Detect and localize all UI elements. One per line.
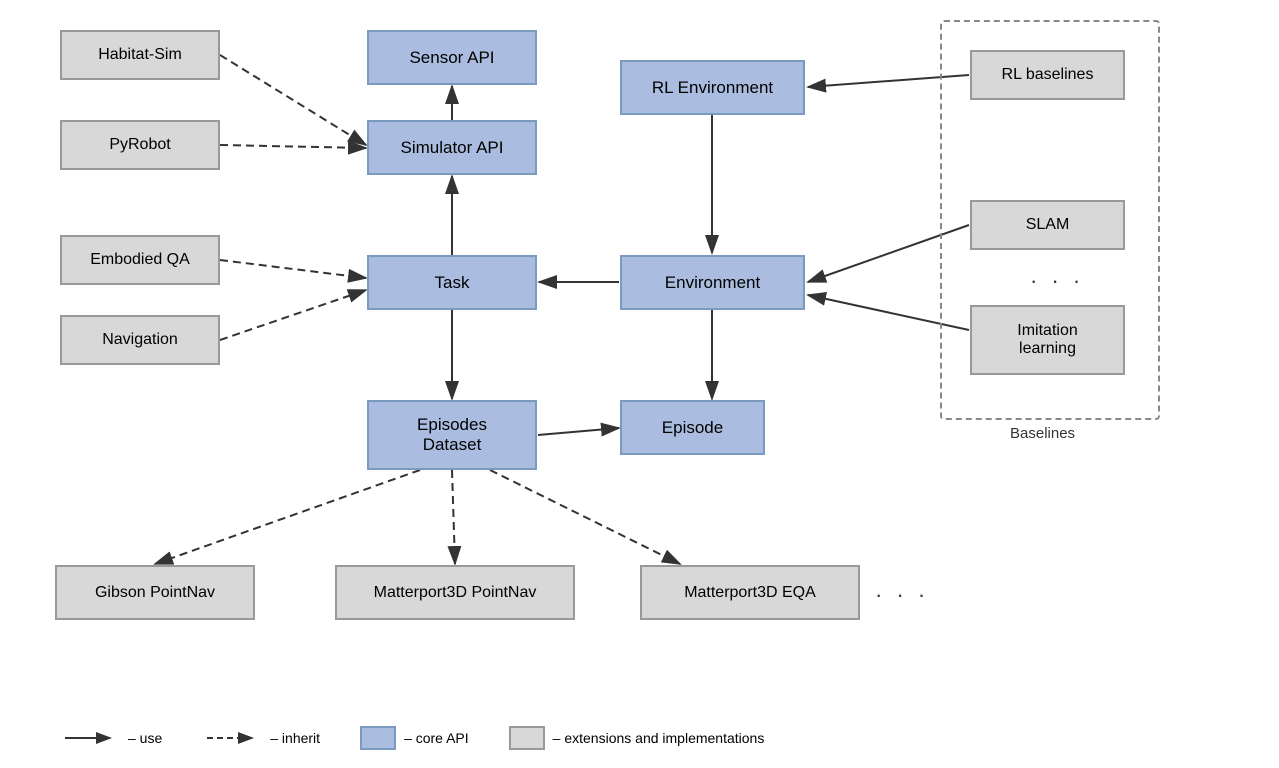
episode-node: Episode	[620, 400, 765, 455]
legend-core: – core API	[360, 726, 469, 750]
legend-solid-arrow-icon	[60, 729, 120, 747]
diagram: Sensor API Simulator API Task EpisodesDa…	[0, 0, 1279, 680]
baselines-box	[940, 20, 1160, 420]
legend-use: – use	[60, 729, 162, 747]
legend-ext-label: – extensions and implementations	[553, 730, 765, 746]
gibson-pointnav-node: Gibson PointNav	[55, 565, 255, 620]
legend-dashed-arrow-icon	[202, 729, 262, 747]
legend-use-label: – use	[128, 730, 162, 746]
legend-inherit-label: – inherit	[270, 730, 320, 746]
legend-core-box	[360, 726, 396, 750]
episodes-dataset-node: EpisodesDataset	[367, 400, 537, 470]
navigation-node: Navigation	[60, 315, 220, 365]
simulator-api-node: Simulator API	[367, 120, 537, 175]
sensor-api-node: Sensor API	[367, 30, 537, 85]
legend-ext-box	[509, 726, 545, 750]
baselines-label: Baselines	[1010, 425, 1075, 442]
environment-node: Environment	[620, 255, 805, 310]
matterport3d-pointnav-node: Matterport3D PointNav	[335, 565, 575, 620]
matterport3d-eqa-node: Matterport3D EQA	[640, 565, 860, 620]
legend: – use – inherit – core API – extensions …	[60, 726, 764, 750]
embodied-qa-node: Embodied QA	[60, 235, 220, 285]
legend-ext: – extensions and implementations	[509, 726, 765, 750]
legend-inherit: – inherit	[202, 729, 320, 747]
legend-core-label: – core API	[404, 730, 469, 746]
habitat-sim-node: Habitat-Sim	[60, 30, 220, 80]
bottom-dots-label: · · ·	[875, 582, 929, 608]
pyrobot-node: PyRobot	[60, 120, 220, 170]
rl-environment-node: RL Environment	[620, 60, 805, 115]
task-node: Task	[367, 255, 537, 310]
